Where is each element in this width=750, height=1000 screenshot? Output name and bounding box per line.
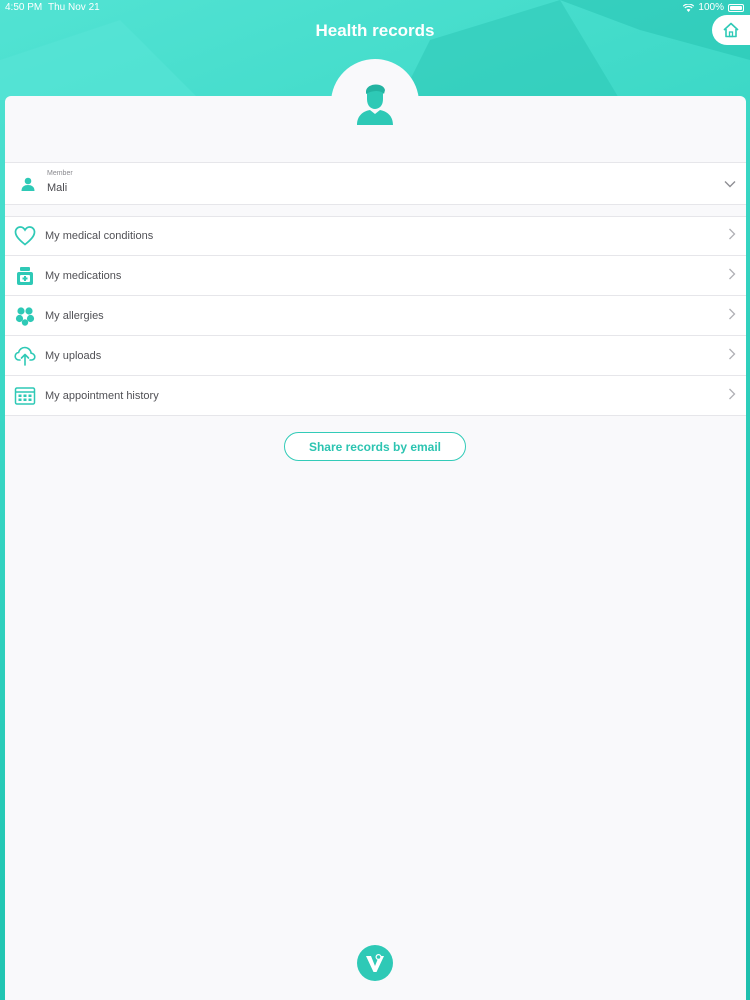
- upload-cloud-icon: [14, 345, 36, 367]
- menu-item-medical-conditions[interactable]: My medical conditions: [5, 216, 746, 256]
- menu-item-label: My allergies: [45, 309, 104, 322]
- share-records-button[interactable]: Share records by email: [284, 432, 466, 461]
- chevron-down-icon: [724, 175, 736, 193]
- menu-item-uploads[interactable]: My uploads: [5, 336, 746, 376]
- app-logo: [357, 945, 393, 981]
- member-value: Mali: [47, 182, 68, 194]
- menu-item-label: My uploads: [45, 349, 102, 362]
- status-bar: 4:50 PM Thu Nov 21 100%: [0, 0, 750, 16]
- medication-icon: [14, 265, 36, 287]
- chevron-right-icon: [728, 267, 736, 285]
- heart-icon: [14, 225, 36, 247]
- menu-item-appointment-history[interactable]: My appointment history: [5, 376, 746, 416]
- chevron-right-icon: [728, 347, 736, 365]
- wifi-icon: [683, 4, 695, 12]
- home-button[interactable]: [712, 15, 750, 45]
- logo-v-icon: [366, 953, 384, 972]
- menu-item-label: My medical conditions: [45, 230, 154, 242]
- status-date: Thu Nov 21: [48, 2, 100, 13]
- battery-icon: [728, 4, 744, 12]
- chevron-right-icon: [728, 307, 736, 325]
- status-time: 4:50 PM: [5, 2, 43, 13]
- allergy-icon: [14, 305, 36, 327]
- home-icon: [723, 22, 739, 38]
- chevron-right-icon: [728, 387, 736, 405]
- calendar-icon: [14, 385, 36, 407]
- status-indicators: 100%: [683, 0, 744, 16]
- battery-percent: 100%: [698, 2, 724, 13]
- member-selector[interactable]: Member Mali: [5, 162, 746, 205]
- member-label: Member: [47, 170, 73, 177]
- avatar: [331, 59, 419, 147]
- menu-item-medications[interactable]: My medications: [5, 256, 746, 296]
- menu-item-label: My medications: [45, 269, 122, 282]
- person-icon: [17, 173, 39, 195]
- user-avatar-icon: [357, 84, 393, 125]
- chevron-right-icon: [728, 227, 736, 245]
- menu-item-allergies[interactable]: My allergies: [5, 296, 746, 336]
- menu-item-label: My appointment history: [45, 389, 159, 402]
- page-title: Health records: [315, 21, 435, 40]
